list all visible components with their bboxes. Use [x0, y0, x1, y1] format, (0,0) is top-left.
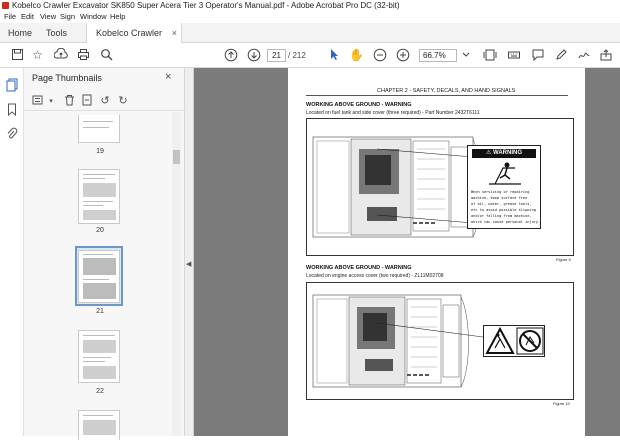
highlight-pen-icon[interactable] [553, 48, 568, 63]
figure-10-label: Figure 10 [553, 401, 570, 406]
warning-line-1: When servicing or repairing [471, 190, 530, 194]
close-panel-icon[interactable]: × [165, 71, 171, 83]
menu-file[interactable]: File [4, 11, 16, 23]
window-title: Kobelco Crawler Excavator SK850 Super Ac… [12, 1, 400, 10]
tab-tools[interactable]: Tools [46, 23, 67, 43]
figure-9-label: Figure 9 [556, 257, 571, 262]
next-page-icon[interactable] [246, 48, 261, 63]
panel-title: Page Thumbnails [32, 73, 102, 83]
save-icon[interactable] [10, 48, 25, 63]
zoom-level-value: 66.7% [423, 51, 446, 60]
thumbnails-scrollbar[interactable] [172, 112, 181, 436]
chevron-down-icon[interactable] [458, 48, 473, 63]
page-thumbnail-22[interactable] [78, 330, 120, 383]
warning-line-3: of oil, water, grease tools, [471, 202, 532, 206]
page-layout-icon[interactable] [482, 48, 497, 63]
close-tab-icon[interactable]: × [172, 23, 177, 43]
chapter-header: CHAPTER 2 - SAFETY, DECALS, AND HAND SIG… [377, 88, 516, 94]
extract-page-icon[interactable] [80, 94, 94, 109]
thumbnail-label-21: 21 [96, 308, 104, 315]
acrobat-logo-icon [2, 2, 9, 9]
tab-bar: Home Tools Kobelco Crawler Ex... × [0, 23, 620, 58]
rotate-left-icon[interactable]: ↺ [98, 94, 112, 107]
pictogram-decal [483, 325, 545, 357]
search-icon[interactable] [99, 48, 114, 63]
thumbnail-label-19: 19 [96, 148, 104, 155]
warning-decal: ⚠ WARNING When servicing or repairing ma… [467, 145, 541, 229]
bookmarks-icon[interactable] [5, 103, 19, 117]
figure-9-box: ⚠ WARNING When servicing or repairing ma… [306, 118, 574, 256]
menu-help[interactable]: Help [110, 11, 125, 23]
toolbar: ☆ 21 / 212 ✋ 66.7% [0, 43, 620, 68]
rotate-right-icon[interactable]: ↻ [116, 94, 130, 107]
thumbnail-label-20: 20 [96, 227, 104, 234]
header-rule [306, 95, 568, 96]
delete-page-icon[interactable] [62, 94, 76, 109]
keyboard-icon[interactable] [506, 48, 521, 63]
previous-page-icon[interactable] [223, 48, 238, 63]
panel-toolbar: ▾ ↺ ↻ [24, 91, 185, 111]
page-total: / 212 [288, 51, 306, 60]
zoom-level-select[interactable]: 66.7% [419, 49, 457, 62]
section2-subtitle: Located on engine access cover (two requ… [306, 273, 444, 279]
page-thumbnail-21[interactable] [78, 250, 120, 303]
page-thumbnail-19[interactable] [78, 115, 120, 143]
options-chevron-icon[interactable]: ▾ [44, 97, 58, 105]
menu-edit[interactable]: Edit [21, 11, 34, 23]
sign-icon[interactable] [576, 48, 591, 63]
select-cursor-icon[interactable] [326, 48, 341, 63]
thumbnail-label-22: 22 [96, 388, 104, 395]
falling-person-pictogram [489, 162, 521, 185]
tab-document[interactable]: Kobelco Crawler Ex... × [86, 23, 182, 58]
no-access-pictogram [516, 327, 544, 355]
warning-decal-title: ⚠ WARNING [472, 149, 536, 158]
hand-tool-icon[interactable]: ✋ [349, 48, 364, 63]
section2-heading: WORKING ABOVE GROUND - WARNING [306, 265, 412, 271]
warning-line-6: which can cause personal injury. [471, 220, 541, 224]
share-icon[interactable] [598, 48, 613, 63]
title-bar: Kobelco Crawler Excavator SK850 Super Ac… [0, 0, 620, 11]
zoom-in-icon[interactable] [395, 48, 410, 63]
menu-bar: File Edit View Sign Window Help [0, 11, 620, 23]
tab-home[interactable]: Home [8, 23, 32, 43]
figure-10-box [306, 282, 574, 400]
bookmark-star-icon[interactable]: ☆ [30, 48, 45, 63]
warning-line-4: etc to avoid possible slipping [471, 208, 536, 212]
warning-line-2: machine, keep surface free [471, 196, 528, 200]
scrollbar-thumb[interactable] [173, 150, 180, 164]
warning-triangle-pictogram [485, 327, 515, 354]
menu-sign[interactable]: Sign [60, 11, 75, 23]
warning-line-5: and/or falling from machine, [471, 214, 532, 218]
menu-view[interactable]: View [40, 11, 56, 23]
section1-heading: WORKING ABOVE GROUND - WARNING [306, 102, 412, 108]
section1-subtitle: Located on fuel tank and side cover (thr… [306, 110, 480, 116]
comment-icon[interactable] [530, 48, 545, 63]
zoom-out-icon[interactable] [372, 48, 387, 63]
collapse-arrow-icon[interactable]: ◀ [186, 260, 191, 268]
print-icon[interactable] [76, 48, 91, 63]
page-number-input[interactable]: 21 [267, 49, 286, 62]
pdf-page: CHAPTER 2 - SAFETY, DECALS, AND HAND SIG… [288, 68, 585, 436]
navigation-rail [0, 68, 24, 436]
cloud-upload-icon[interactable] [53, 47, 68, 63]
page-thumbnails-icon[interactable] [5, 78, 19, 92]
collapse-panel-handle[interactable]: ◀ [185, 68, 194, 436]
page-thumbnails-panel: Page Thumbnails × ▾ ↺ ↻ 19 20 21 22 [24, 68, 185, 440]
document-canvas[interactable]: CHAPTER 2 - SAFETY, DECALS, AND HAND SIG… [194, 68, 620, 436]
attachments-icon[interactable] [5, 127, 19, 141]
menu-window[interactable]: Window [80, 11, 107, 23]
page-thumbnail-20[interactable] [78, 169, 120, 224]
